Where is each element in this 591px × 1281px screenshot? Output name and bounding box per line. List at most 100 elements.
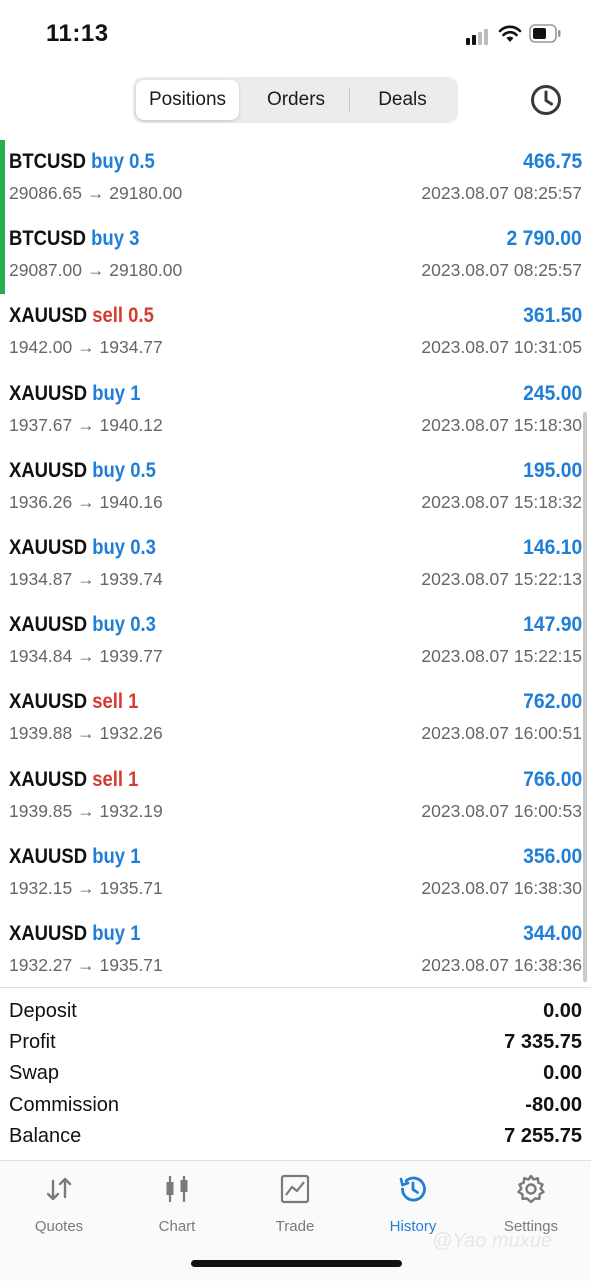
tab-orders[interactable]: Orders (243, 80, 349, 120)
summary-row-swap: Swap 0.00 (0, 1058, 591, 1089)
close-price: 1939.77 (99, 646, 163, 667)
position-accent-bar (0, 217, 5, 295)
deal-profit: 766.00 (522, 767, 582, 791)
tab-trade[interactable]: Trade (236, 1173, 354, 1235)
deal-symbol: XAUUSD sell 1 (9, 768, 138, 792)
deal-side: buy (91, 150, 125, 173)
deal-direction: buy 1 (92, 845, 140, 868)
open-price: 1934.87 (9, 568, 73, 589)
deal-time: 2023.08.07 08:25:57 (421, 260, 582, 281)
deal-profit: 245.00 (522, 381, 582, 405)
close-price: 29180.00 (109, 260, 183, 281)
deal-side: buy (91, 227, 125, 251)
deal-profit: 356.00 (522, 844, 582, 868)
deal-prices: 1939.88 → 1932.26 (9, 723, 163, 744)
open-price: 1939.88 (9, 723, 73, 744)
deal-row[interactable]: XAUUSD buy 0.3 1934.84 → 1939.77 147.90 202… (0, 603, 591, 680)
summary-divider (0, 987, 591, 988)
tab-history[interactable]: History (354, 1173, 472, 1235)
deal-profit: 344.00 (522, 921, 582, 945)
arrow-icon: → (86, 183, 105, 203)
close-price: 1940.12 (99, 414, 163, 435)
deal-prices: 1939.85 → 1932.19 (9, 801, 163, 822)
symbol-name: XAUUSD (9, 304, 88, 328)
arrow-icon: → (77, 646, 95, 667)
deal-symbol: BTCUSD buy 3 (9, 227, 139, 251)
close-price: 1932.19 (99, 800, 163, 821)
deal-time: 2023.08.07 16:00:51 (421, 723, 582, 744)
tab-chart[interactable]: Chart (118, 1173, 236, 1235)
deal-volume: 0.5 (128, 304, 154, 328)
symbol-name: XAUUSD (9, 458, 88, 482)
deal-row[interactable]: XAUUSD sell 1 1939.88 → 1932.26 762.00 2023… (0, 680, 591, 757)
tab-positions[interactable]: Positions (136, 80, 239, 120)
summary-label: Swap (9, 1062, 60, 1085)
quotes-icon (46, 1177, 72, 1201)
deal-direction: buy 0.5 (92, 459, 156, 482)
history-icon (399, 1176, 426, 1202)
deal-row[interactable]: XAUUSD sell 1 1939.85 → 1932.19 766.00 2023… (0, 758, 591, 835)
deal-volume: 1 (128, 767, 139, 791)
history-period-clock-icon[interactable] (528, 82, 564, 118)
arrow-icon: → (77, 877, 95, 898)
deal-prices: 1932.15 → 1935.71 (9, 878, 163, 899)
deal-direction: buy 0.3 (92, 613, 156, 636)
deal-row[interactable]: BTCUSD buy 0.5 29086.65 → 29180.00 466.75 2… (0, 140, 591, 218)
close-price: 1940.16 (99, 491, 163, 512)
open-price: 1932.27 (9, 954, 73, 975)
symbol-name: XAUUSD (9, 690, 88, 714)
open-price: 29086.65 (9, 183, 82, 203)
arrow-icon: → (77, 491, 95, 512)
home-indicator[interactable] (191, 1260, 402, 1267)
deal-volume: 0.3 (130, 613, 156, 637)
deal-time: 2023.08.07 08:25:57 (421, 183, 582, 203)
deal-row[interactable]: XAUUSD sell 0.5 1942.00 → 1934.77 361.50 20… (0, 294, 591, 371)
deal-row[interactable]: XAUUSD buy 1 1932.15 → 1935.71 356.00 2023.… (0, 835, 591, 912)
deal-symbol: XAUUSD buy 0.3 (9, 613, 156, 637)
open-price: 1937.67 (9, 414, 73, 435)
deal-row[interactable]: XAUUSD buy 0.3 1934.87 → 1939.74 146.10 202… (0, 526, 591, 603)
deal-volume: 0.5 (130, 458, 156, 482)
deal-time: 2023.08.07 15:18:30 (421, 414, 582, 435)
wifi-icon (498, 25, 522, 42)
list-scrollbar[interactable] (583, 412, 587, 982)
open-price: 1942.00 (9, 337, 73, 358)
deal-prices: 1934.84 → 1939.77 (9, 646, 163, 667)
tab-deals[interactable]: Deals (350, 80, 455, 120)
arrow-icon: → (77, 568, 95, 589)
deal-profit: 466.75 (522, 150, 582, 173)
deal-row[interactable]: XAUUSD buy 1 1937.67 → 1940.12 245.00 2023.… (0, 372, 591, 449)
deal-profit: 361.50 (522, 304, 582, 328)
open-price: 1932.15 (9, 877, 73, 898)
deal-symbol: XAUUSD buy 1 (9, 382, 140, 406)
summary-label: Deposit (9, 1000, 77, 1022)
deal-prices: 1932.27 → 1935.71 (9, 955, 163, 976)
deal-prices: 1934.87 → 1939.74 (9, 569, 163, 590)
symbol-name: XAUUSD (9, 767, 88, 791)
deal-time: 2023.08.07 15:22:15 (421, 646, 582, 667)
deal-time: 2023.08.07 15:18:32 (421, 491, 582, 512)
close-price: 1939.74 (99, 568, 163, 589)
deal-side: sell (92, 767, 124, 791)
close-price: 1935.71 (99, 877, 163, 898)
battery-icon (529, 24, 561, 43)
deal-direction: buy 0.3 (92, 536, 156, 559)
tab-quotes[interactable]: Quotes (0, 1173, 118, 1235)
deal-row[interactable]: XAUUSD buy 1 1932.27 → 1935.71 344.00 2023.… (0, 912, 591, 989)
deal-side: buy (92, 613, 126, 637)
watermark: @Yao muxue (432, 1230, 552, 1252)
tab-trade-label: Trade (275, 1218, 315, 1235)
open-price: 29087.00 (9, 260, 82, 281)
arrow-icon: → (86, 260, 105, 281)
tab-settings[interactable]: Settings (472, 1173, 590, 1235)
deal-row[interactable]: BTCUSD buy 3 29087.00 → 29180.00 2 790.00 2… (0, 217, 591, 295)
deal-side: buy (92, 381, 126, 405)
trade-icon (280, 1174, 310, 1204)
deal-symbol: XAUUSD buy 0.5 (9, 459, 156, 483)
deal-volume: 3 (129, 227, 140, 251)
open-price: 1934.84 (9, 646, 73, 667)
summary-value: 7 335.75 (504, 1031, 582, 1054)
deal-row[interactable]: XAUUSD buy 0.5 1936.26 → 1940.16 195.00 202… (0, 449, 591, 526)
deals-list: BTCUSD buy 0.5 29086.65 → 29180.00 466.75 2… (0, 140, 591, 989)
deal-volume: 1 (130, 381, 141, 405)
